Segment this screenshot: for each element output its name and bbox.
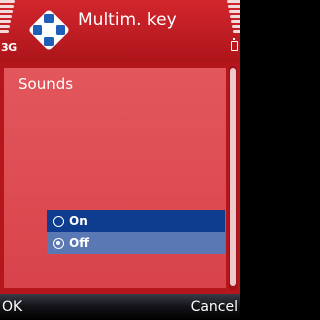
multimedia-key-icon xyxy=(25,6,73,54)
setting-label: Sounds xyxy=(18,75,74,93)
phone-screen: 3G Multim. key Sounds On Off OK Cancel xyxy=(0,0,240,320)
option-on[interactable]: On xyxy=(47,210,225,232)
scrollbar-thumb[interactable] xyxy=(230,68,236,286)
title-pane: 3G Multim. key xyxy=(0,0,240,62)
option-label: Off xyxy=(69,236,89,250)
option-off[interactable]: Off xyxy=(47,232,225,254)
setting-panel: Sounds xyxy=(4,68,226,288)
radio-checked-icon xyxy=(53,237,64,249)
softkey-bar: OK Cancel xyxy=(0,294,240,320)
radio-unchecked-icon xyxy=(53,215,64,227)
battery-icon xyxy=(231,38,238,51)
cancel-softkey[interactable]: Cancel xyxy=(191,299,238,315)
radio-options-list: On Off xyxy=(47,210,225,254)
page-title: Multim. key xyxy=(78,10,177,30)
battery-level-indicator xyxy=(224,0,240,38)
main-pane: Sounds On Off xyxy=(0,62,240,294)
network-type-label: 3G xyxy=(1,41,17,54)
signal-strength-icon xyxy=(0,0,18,38)
option-label: On xyxy=(69,214,88,228)
ok-softkey[interactable]: OK xyxy=(2,299,22,315)
scrollbar[interactable] xyxy=(229,66,237,290)
